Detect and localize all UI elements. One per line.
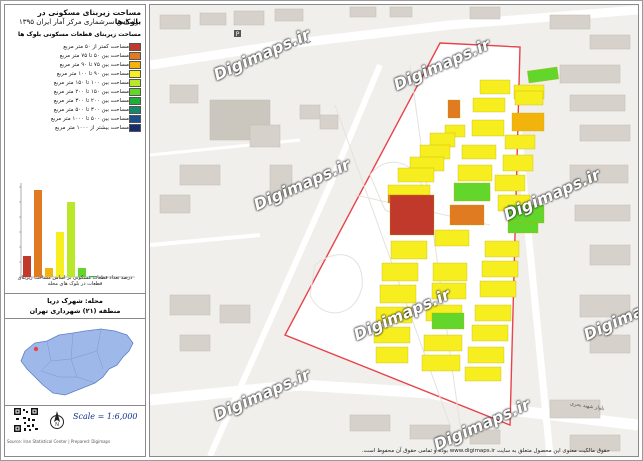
chart-bar — [56, 232, 64, 277]
legend-swatch — [129, 124, 141, 132]
legend-swatch — [129, 97, 141, 105]
legend-title: مساحت زیربنای قطعات مسکونی بلوک ها — [18, 31, 141, 38]
divider — [5, 405, 145, 406]
svg-text:P: P — [236, 31, 240, 38]
divider — [5, 293, 145, 294]
legend-item-label: مساحت بین ۹۰ تا ۱۰۰ متر مربع — [56, 71, 129, 77]
tehran-region-shape — [20, 328, 134, 396]
north-arrow-icon: N — [50, 411, 64, 429]
legend-swatch — [129, 52, 141, 60]
legend-item-label: مساحت بین ۲۰۰ تا ۳۰۰ متر مربع — [53, 98, 129, 104]
legend-item: مساحت بین ۱۰۰ تا ۱۵۰ متر مربع — [51, 79, 141, 87]
legend-swatch — [129, 61, 141, 69]
chart-caption: درصد تعداد قطعات مسکونی بر اساس مساحت زی… — [17, 275, 133, 287]
svg-text:N: N — [55, 422, 59, 428]
legend-swatch — [129, 43, 141, 51]
bar-chart — [19, 183, 135, 278]
legend: مساحت زیربنای قطعات مسکونی بلوک ها مساحت… — [9, 31, 143, 143]
legend-item-label: مساحت بین ۵۰ تا ۷۵ متر مربع — [59, 53, 129, 59]
legend-item: مساحت بین ۵۰ تا ۷۵ متر مربع — [57, 52, 141, 60]
legend-item: مساحت بین ۳۰۰ تا ۵۰۰ متر مربع — [51, 106, 141, 114]
map-view[interactable]: بلوار شهید بحری خیابان دریا P Digimaps.i… — [149, 4, 639, 457]
copyright-notice: حقوق مالکیت معنوی این محصول متعلق به سای… — [361, 448, 610, 454]
legend-swatch — [129, 88, 141, 96]
chart-bar — [34, 190, 42, 277]
chart-bar — [23, 256, 31, 277]
legend-item-label: مساحت بین ۱۵۰ تا ۲۰۰ متر مربع — [53, 89, 129, 95]
tehran-inset-map — [20, 328, 134, 396]
legend-item: مساحت بیشتر از ۱۰۰۰ متر مربع — [52, 124, 141, 132]
chart-bar — [67, 202, 75, 277]
panel-credit: Source: Iran Statistical Center | Prepar… — [7, 439, 111, 444]
legend-swatch — [129, 115, 141, 123]
legend-panel: مساحت زیربنای مسکونی در بلوک‌ها براساس س… — [4, 4, 146, 457]
road — [150, 233, 261, 247]
legend-swatch — [129, 79, 141, 87]
map-subtitle: براساس سرشماری مرکز آمار ایران ۱۳۹۵ — [19, 18, 141, 26]
legend-item: مساحت بین ۲۰۰ تا ۳۰۰ متر مربع — [51, 97, 141, 105]
legend-swatch — [129, 106, 141, 114]
scale-text: Scale = 1:6,000 — [73, 412, 138, 421]
district-name: محله: شهرک دریا — [47, 297, 103, 305]
qr-code — [13, 407, 39, 433]
legend-item: مساحت بین ۹۰ تا ۱۰۰ متر مربع — [54, 70, 141, 78]
municipal-region: منطقه (۲۱) شهرداری تهران — [29, 307, 121, 315]
legend-item-label: مساحت بین ۷۵ تا ۹۰ متر مربع — [59, 62, 129, 68]
divider — [5, 318, 145, 319]
legend-item: مساحت بین ۱۵۰ تا ۲۰۰ متر مربع — [51, 88, 141, 96]
legend-item: مساحت بین ۵۰۰ تا ۱۰۰۰ متر مربع — [48, 115, 141, 123]
legend-swatch — [129, 70, 141, 78]
legend-item-label: مساحت بین ۱۰۰ تا ۱۵۰ متر مربع — [53, 80, 129, 86]
legend-item-label: مساحت بین ۳۰۰ تا ۵۰۰ متر مربع — [53, 107, 129, 113]
legend-item: مساحت بین ۷۵ تا ۹۰ متر مربع — [57, 61, 141, 69]
legend-item-label: مساحت بیشتر از ۱۰۰۰ متر مربع — [55, 125, 129, 131]
legend-item-label: مساحت بین ۵۰۰ تا ۱۰۰۰ متر مربع — [50, 116, 129, 122]
location-marker — [33, 346, 39, 352]
legend-item: مساحت کمتر از ۵۰ متر مربع — [60, 43, 141, 51]
legend-item-label: مساحت کمتر از ۵۰ متر مربع — [63, 44, 129, 50]
